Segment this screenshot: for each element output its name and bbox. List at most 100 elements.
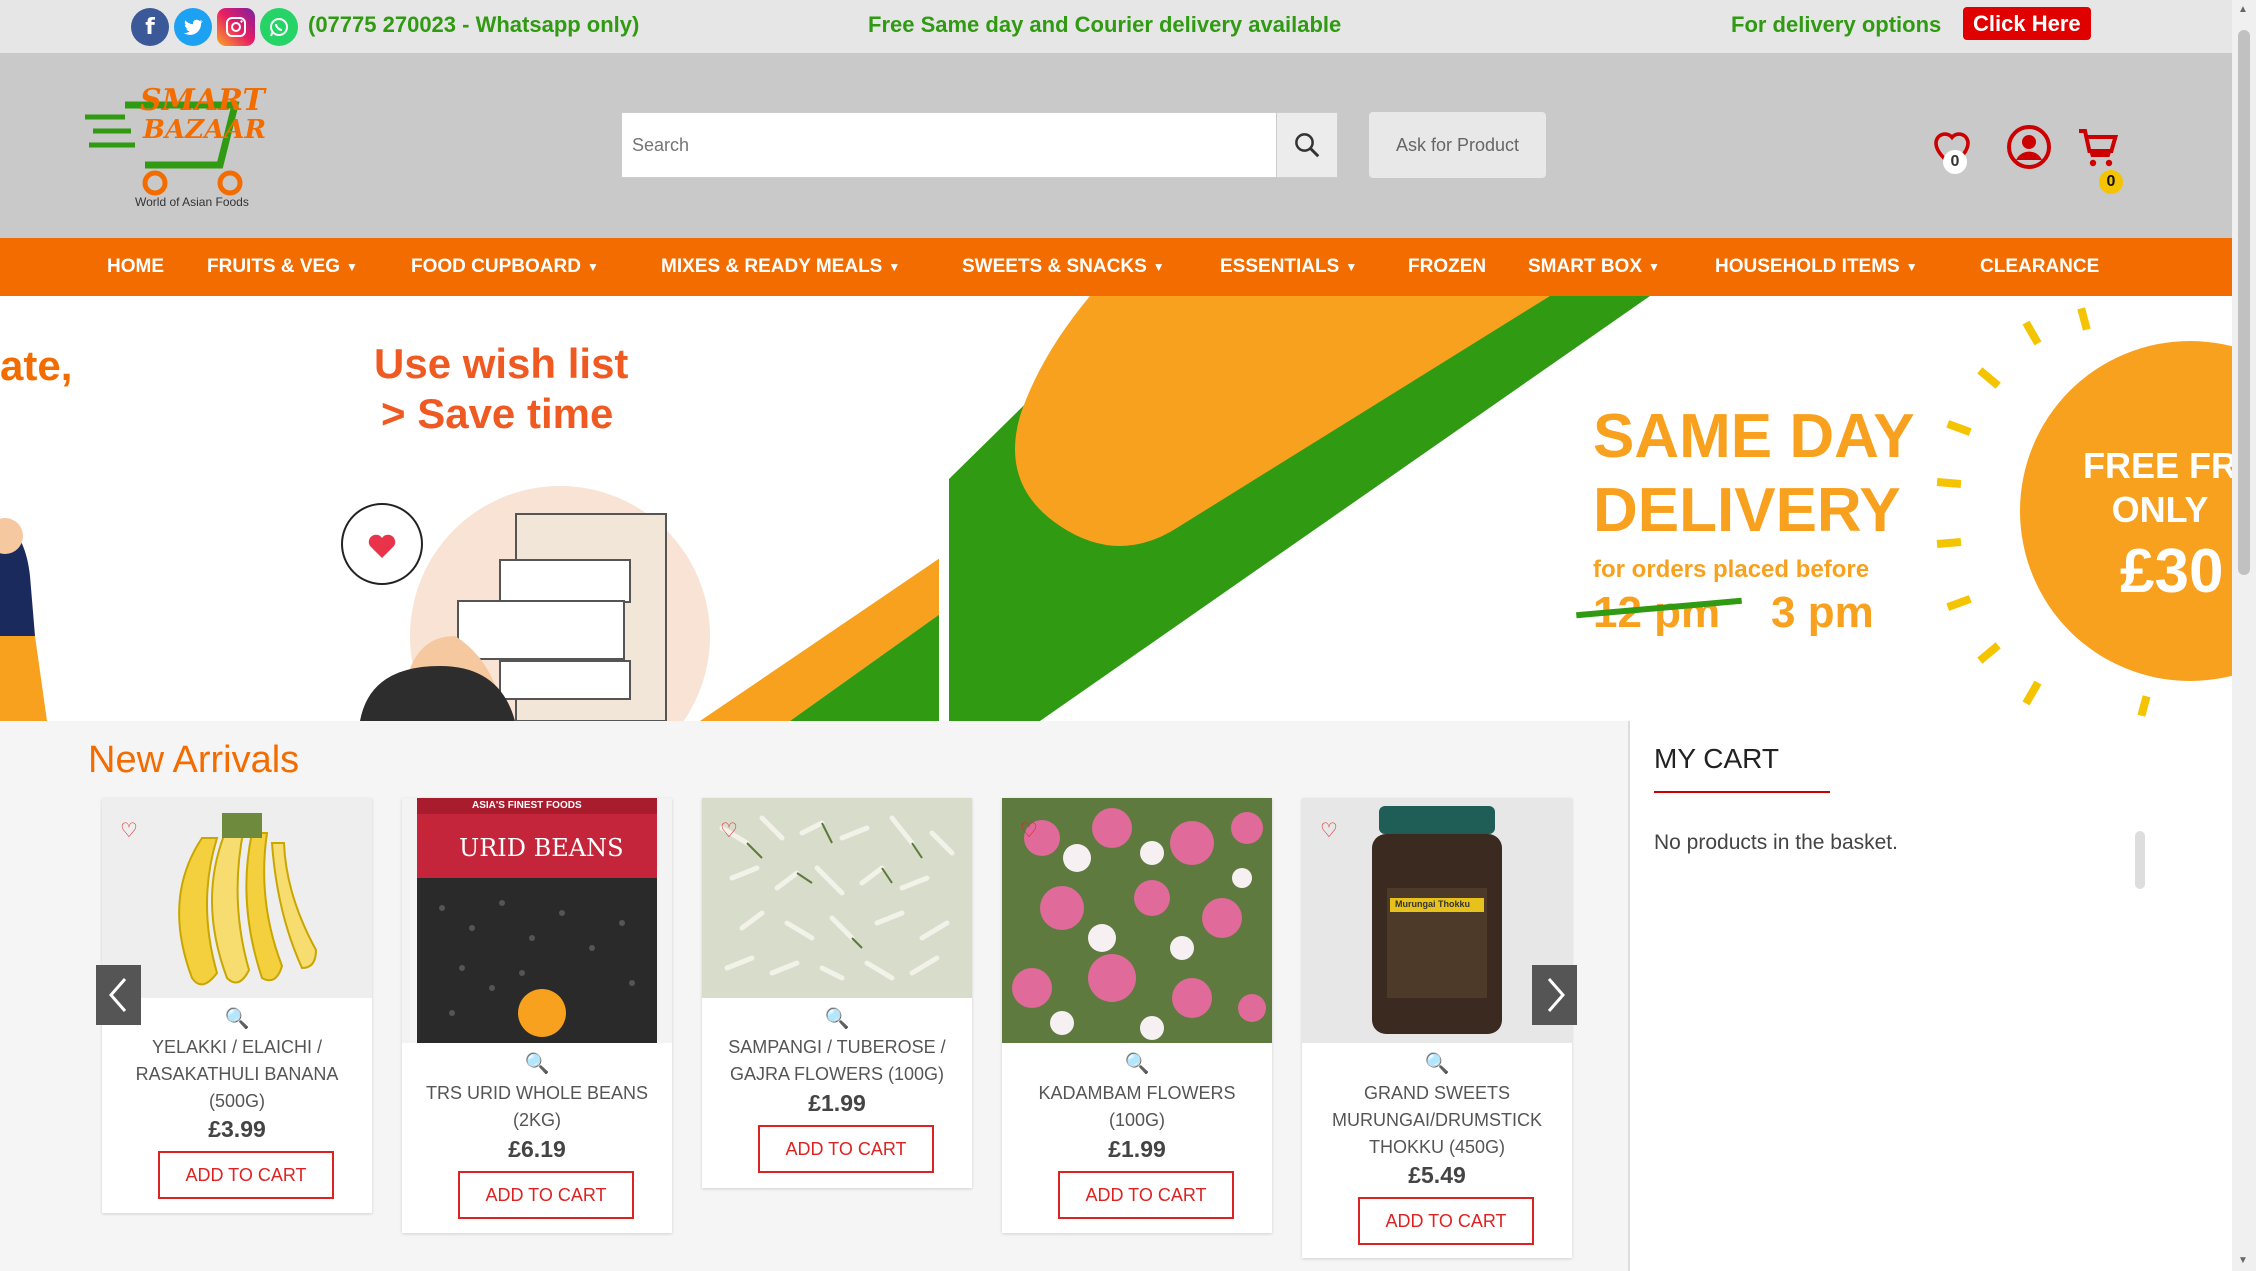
nav-mixes-ready-meals[interactable]: MIXES & READY MEALS ▼ <box>661 256 900 278</box>
zoom-search-icon[interactable]: 🔍 <box>402 1051 672 1076</box>
social-links: f <box>131 8 298 46</box>
banner-wishlist-line1: Use wish list <box>374 340 629 387</box>
zoom-search-icon[interactable]: 🔍 <box>1002 1051 1272 1076</box>
chevron-down-icon: ▼ <box>586 259 599 274</box>
nav-essentials[interactable]: ESSENTIALS ▼ <box>1220 256 1357 278</box>
product-name[interactable]: KADAMBAM FLOWERS (100G) <box>1002 1080 1272 1134</box>
chevron-down-icon: ▼ <box>1905 259 1918 274</box>
nav-household-items-label: HOUSEHOLD ITEMS <box>1715 256 1900 277</box>
logo-tagline: World of Asian Foods <box>135 195 249 209</box>
wishlist-heart-icon[interactable]: ♡ <box>720 818 738 843</box>
add-to-cart-button[interactable]: ADD TO CART <box>158 1151 334 1199</box>
scrollbar-thumb[interactable] <box>2238 30 2250 575</box>
search-input[interactable] <box>622 113 1277 177</box>
whatsapp-phone[interactable]: (07775 270023 - Whatsapp only) <box>308 12 639 38</box>
nav-frozen[interactable]: FROZEN <box>1408 256 1486 278</box>
scroll-down-arrow-icon[interactable]: ▼ <box>2238 1255 2248 1266</box>
product-name[interactable]: SAMPANGI / TUBEROSE / GAJRA FLOWERS (100… <box>702 1034 972 1088</box>
product-name[interactable]: YELAKKI / ELAICHI / RASAKATHULI BANANA (… <box>102 1034 372 1115</box>
product-image[interactable]: ♡ <box>102 798 372 998</box>
nav-smart-box[interactable]: SMART BOX ▼ <box>1528 256 1660 278</box>
nav-clearance[interactable]: CLEARANCE <box>1980 256 2099 278</box>
whatsapp-icon[interactable] <box>260 8 298 46</box>
product-name[interactable]: GRAND SWEETS MURUNGAI/DRUMSTICK THOKKU (… <box>1302 1080 1572 1161</box>
add-to-cart-button[interactable]: ADD TO CART <box>1058 1171 1234 1219</box>
carousel-prev-button[interactable] <box>96 965 141 1025</box>
cart-scrollbar[interactable] <box>2135 831 2145 889</box>
banner-orders-text: for orders placed before <box>1593 556 1870 583</box>
banner-same-day-line1: SAME DAY <box>1593 402 1915 471</box>
banner-same-day-heading: SAME DAY DELIVERY <box>1593 400 1915 548</box>
delivery-options-label: For delivery options <box>1731 12 1942 37</box>
product-card: ASIA'S FINEST FOODS URID BEANS ♡ 🔍 TRS U… <box>402 798 672 1233</box>
my-cart-panel: MY CART No products in the basket. <box>1628 721 2232 1271</box>
nav-household-items[interactable]: HOUSEHOLD ITEMS ▼ <box>1715 256 1918 278</box>
bag-product-label: URID BEANS <box>459 834 624 862</box>
chevron-down-icon: ▼ <box>1152 259 1165 274</box>
wishlist-heart-icon[interactable]: ♡ <box>1320 818 1338 843</box>
nav-mixes-ready-meals-label: MIXES & READY MEALS <box>661 256 883 277</box>
banner-free-text: FREE FR ONLY <box>2070 444 2232 532</box>
chevron-left-icon <box>108 978 126 1012</box>
product-price: £3.99 <box>208 1116 266 1142</box>
wishlist-heart-icon[interactable]: ♡ <box>1020 818 1038 843</box>
cart-empty-message: No products in the basket. <box>1654 831 1898 854</box>
zoom-search-icon[interactable]: 🔍 <box>102 1006 372 1031</box>
scroll-up-arrow-icon[interactable]: ▲ <box>2238 4 2248 15</box>
nav-home-label: HOME <box>107 256 164 277</box>
carousel-next-button[interactable] <box>1532 965 1577 1025</box>
banner-same-day-line2: DELIVERY <box>1593 476 1901 545</box>
nav-fruits-veg-label: FRUITS & VEG <box>207 256 341 277</box>
banner-free-line1: FREE FR <box>2082 445 2232 486</box>
banner-price: £30 <box>2120 537 2224 606</box>
nav-essentials-label: ESSENTIALS <box>1220 256 1340 277</box>
product-image[interactable]: ♡ <box>702 798 972 998</box>
wishlist-count-badge: 0 <box>1943 150 1967 174</box>
nav-frozen-label: FROZEN <box>1408 256 1487 277</box>
cart-icon[interactable] <box>2075 123 2123 171</box>
zoom-search-icon[interactable]: 🔍 <box>702 1006 972 1031</box>
search-button[interactable] <box>1276 112 1338 178</box>
ask-for-product-button[interactable]: Ask for Product <box>1369 112 1546 178</box>
promo-banner[interactable]: ate, Use wish list > Save time SAME DAY … <box>0 296 2232 721</box>
account-user-icon[interactable] <box>2005 123 2053 171</box>
product-image[interactable]: ASIA'S FINEST FOODS URID BEANS ♡ <box>402 798 672 1043</box>
nav-food-cupboard-label: FOOD CUPBOARD <box>411 256 581 277</box>
add-to-cart-button[interactable]: ADD TO CART <box>758 1125 934 1173</box>
chevron-down-icon: ▼ <box>1648 259 1660 274</box>
product-image[interactable]: ♡ <box>1002 798 1272 1043</box>
product-price: £1.99 <box>808 1090 866 1116</box>
search-box <box>621 112 1277 178</box>
zoom-search-icon[interactable]: 🔍 <box>1302 1051 1572 1076</box>
jar-label: Murungai Thokku <box>1395 899 1470 909</box>
add-to-cart-button[interactable]: ADD TO CART <box>1358 1197 1534 1245</box>
nav-home[interactable]: HOME <box>107 256 164 278</box>
facebook-icon[interactable]: f <box>131 8 169 46</box>
wishlist-heart-icon[interactable]: ♡ <box>420 818 438 843</box>
main-navigation: HOME FRUITS & VEG ▼ FOOD CUPBOARD ▼ MIXES … <box>0 238 2232 296</box>
site-header: SMART BAZAAR World of Asian Foods Ask fo… <box>0 53 2232 238</box>
banner-wishlist-line2: > Save time <box>381 390 614 437</box>
product-name[interactable]: TRS URID WHOLE BEANS (2KG) <box>402 1080 672 1134</box>
product-card: ♡ 🔍 KADAMBAM FLOWERS (100G) £1.99 ADD TO… <box>1002 798 1272 1233</box>
bag-brand-label: ASIA'S FINEST FOODS <box>472 800 582 811</box>
wishlist-heart-icon[interactable]: ♡ <box>120 818 138 843</box>
banner-divider <box>939 296 949 721</box>
add-to-cart-button[interactable]: ADD TO CART <box>458 1171 634 1219</box>
cart-title-underline <box>1654 791 1830 793</box>
logo-text-bazaar: BAZAAR <box>143 115 267 145</box>
nav-fruits-veg[interactable]: FRUITS & VEG ▼ <box>207 256 358 278</box>
page-scrollbar[interactable]: ▲ ▼ <box>2232 0 2256 1271</box>
product-price: £1.99 <box>1108 1136 1166 1162</box>
nav-clearance-label: CLEARANCE <box>1980 256 2100 277</box>
click-here-button[interactable]: Click Here <box>1963 7 2091 40</box>
nav-sweets-snacks[interactable]: SWEETS & SNACKS ▼ <box>962 256 1165 278</box>
twitter-icon[interactable] <box>174 8 212 46</box>
smart-bazaar-logo[interactable]: SMART BAZAAR World of Asian Foods <box>85 75 267 215</box>
nav-food-cupboard[interactable]: FOOD CUPBOARD ▼ <box>411 256 599 278</box>
delivery-promo: Free Same day and Courier delivery avail… <box>868 12 1342 37</box>
product-price: £6.19 <box>508 1136 566 1162</box>
chevron-down-icon: ▼ <box>346 259 358 274</box>
instagram-icon[interactable] <box>217 8 255 46</box>
logo-text-smart: SMART <box>140 83 265 118</box>
